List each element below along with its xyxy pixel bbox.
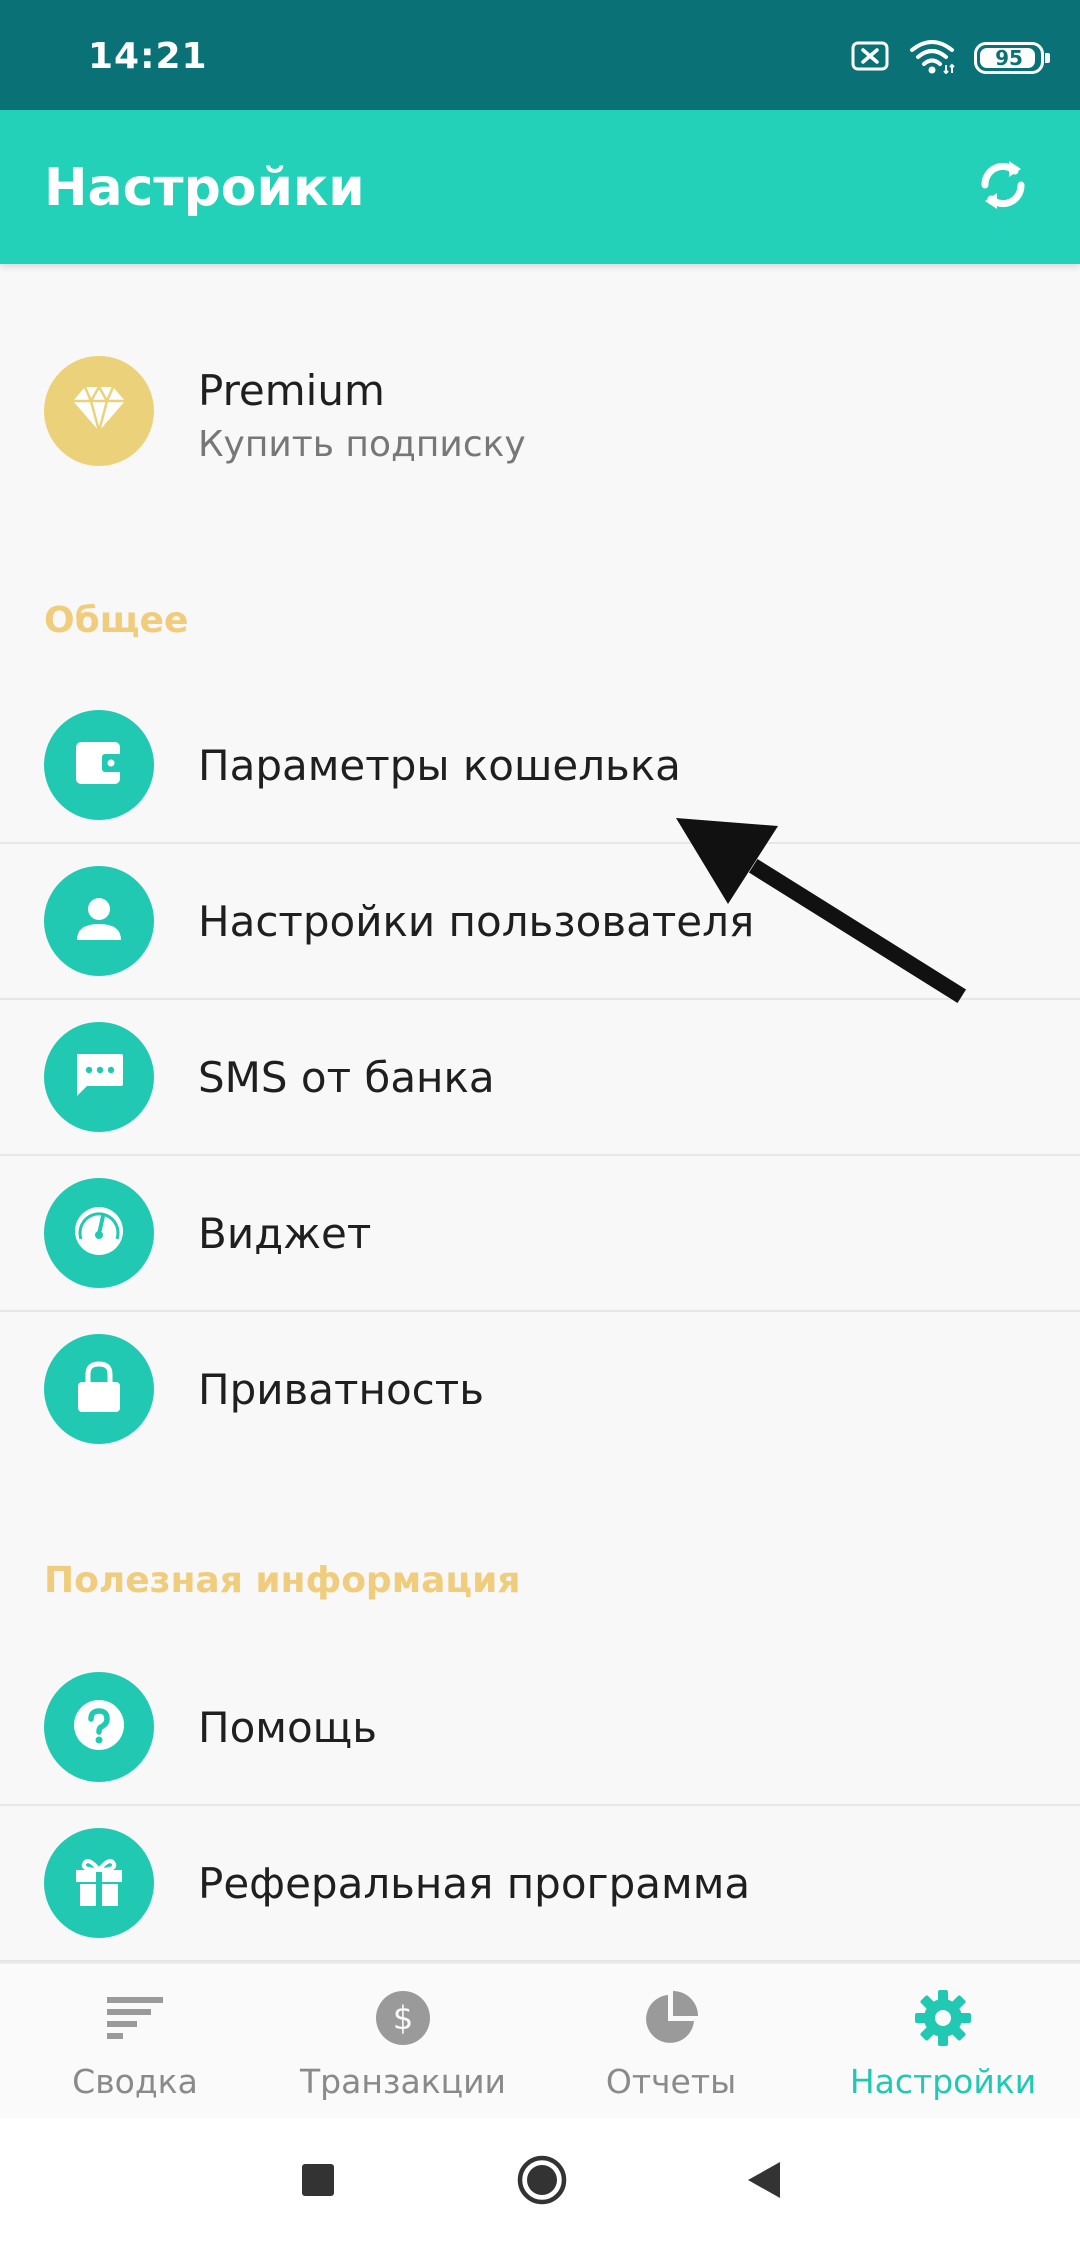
sim-disabled-icon	[850, 40, 890, 77]
sms-icon	[73, 1050, 125, 1105]
section-header-general: Общее	[44, 600, 189, 641]
home-icon	[516, 2154, 568, 2211]
svg-text:$: $	[393, 1999, 413, 2037]
battery-icon: 95	[974, 42, 1050, 74]
gauge-icon-badge	[44, 1178, 154, 1288]
nav-item-settings[interactable]: Настройки	[808, 1964, 1078, 2120]
gift-icon	[72, 1854, 126, 1913]
bottom-nav: Сводка $ Транзакции Отчеты Настройки	[0, 1962, 1080, 2118]
sync-icon	[975, 155, 1031, 220]
settings-item-sms[interactable]: SMS от банка	[0, 1000, 1080, 1154]
settings-item-label: Помощь	[198, 1702, 377, 1752]
dollar-icon: $	[371, 1986, 435, 2050]
nav-item-transactions[interactable]: $ Транзакции	[268, 1964, 538, 2120]
gift-icon-badge	[44, 1828, 154, 1938]
settings-list: Premium Купить подписку Общее Параметры …	[0, 264, 1080, 1962]
back-button[interactable]	[732, 2150, 796, 2214]
status-bar: 14:21 95	[0, 0, 1080, 110]
premium-item[interactable]: Premium Купить подписку	[0, 330, 1080, 494]
settings-item-help[interactable]: Помощь	[0, 1650, 1080, 1804]
settings-item-privacy[interactable]: Приватность	[0, 1312, 1080, 1466]
battery-tip	[1045, 53, 1050, 63]
summary-icon	[103, 1986, 167, 2050]
settings-item-user[interactable]: Настройки пользователя	[0, 844, 1080, 998]
status-icons: 95	[850, 38, 1050, 79]
gear-icon	[911, 1986, 975, 2050]
premium-title: Premium	[198, 366, 385, 415]
settings-item-label: Параметры кошелька	[198, 740, 681, 790]
settings-item-label: Приватность	[198, 1364, 484, 1414]
lock-icon	[76, 1360, 122, 1419]
premium-badge	[44, 356, 154, 466]
settings-item-widget[interactable]: Виджет	[0, 1156, 1080, 1310]
nav-label: Транзакции	[300, 2062, 506, 2101]
status-time: 14:21	[88, 36, 208, 77]
app-bar: Настройки	[0, 110, 1080, 264]
page-title: Настройки	[44, 158, 365, 218]
nav-label: Сводка	[72, 2062, 198, 2101]
home-button[interactable]	[510, 2150, 574, 2214]
nav-item-reports[interactable]: Отчеты	[536, 1964, 806, 2120]
settings-item-label: Виджет	[198, 1208, 372, 1258]
nav-label: Отчеты	[605, 2062, 737, 2101]
nav-item-summary[interactable]: Сводка	[0, 1964, 270, 2120]
recents-icon	[300, 2162, 336, 2203]
system-nav	[0, 2118, 1080, 2248]
help-icon	[71, 1697, 127, 1758]
user-icon	[74, 894, 124, 949]
sms-icon-badge	[44, 1022, 154, 1132]
settings-item-label: Реферальная программа	[198, 1858, 751, 1908]
premium-subtitle: Купить подписку	[198, 424, 526, 465]
recents-button[interactable]	[286, 2150, 350, 2214]
settings-item-wallet[interactable]: Параметры кошелька	[0, 688, 1080, 842]
wallet-icon-badge	[44, 710, 154, 820]
settings-item-label: SMS от банка	[198, 1052, 495, 1102]
lock-icon-badge	[44, 1334, 154, 1444]
wallet-icon	[72, 738, 126, 793]
wifi-icon	[908, 38, 956, 79]
nav-label: Настройки	[849, 2062, 1037, 2101]
user-icon-badge	[44, 866, 154, 976]
section-header-info: Полезная информация	[44, 1560, 521, 1601]
screen: 14:21 95 Настройки Premium Купить подпис…	[0, 0, 1080, 2248]
gauge-icon	[71, 1203, 127, 1264]
pie-chart-icon	[639, 1986, 703, 2050]
back-icon	[746, 2160, 782, 2205]
help-icon-badge	[44, 1672, 154, 1782]
settings-item-label: Настройки пользователя	[198, 896, 755, 946]
settings-item-referral[interactable]: Реферальная программа	[0, 1806, 1080, 1960]
diamond-icon	[71, 383, 127, 438]
battery-level: 95	[995, 46, 1023, 70]
sync-button[interactable]	[970, 154, 1036, 220]
